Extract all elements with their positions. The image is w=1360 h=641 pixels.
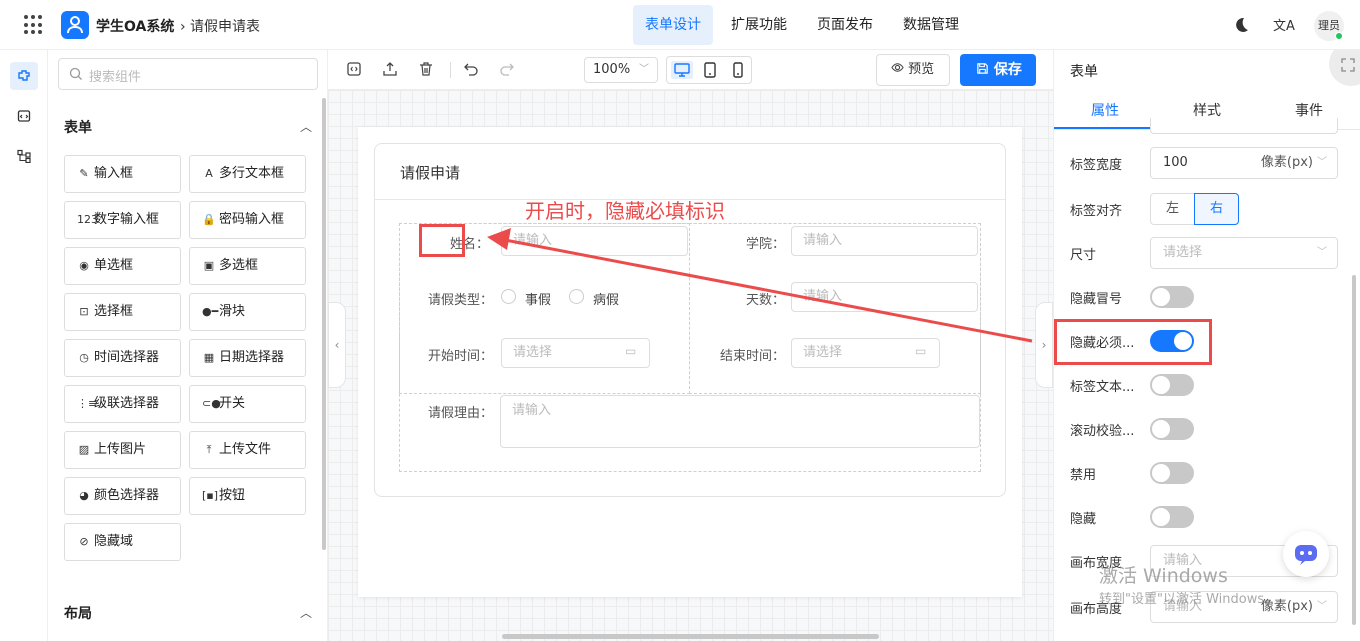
annotation-box-hide-required-toggle <box>1054 319 1212 365</box>
annotation-text: 开启时，隐藏必填标识 <box>525 199 725 223</box>
annotation-box-required-mark <box>419 224 465 257</box>
